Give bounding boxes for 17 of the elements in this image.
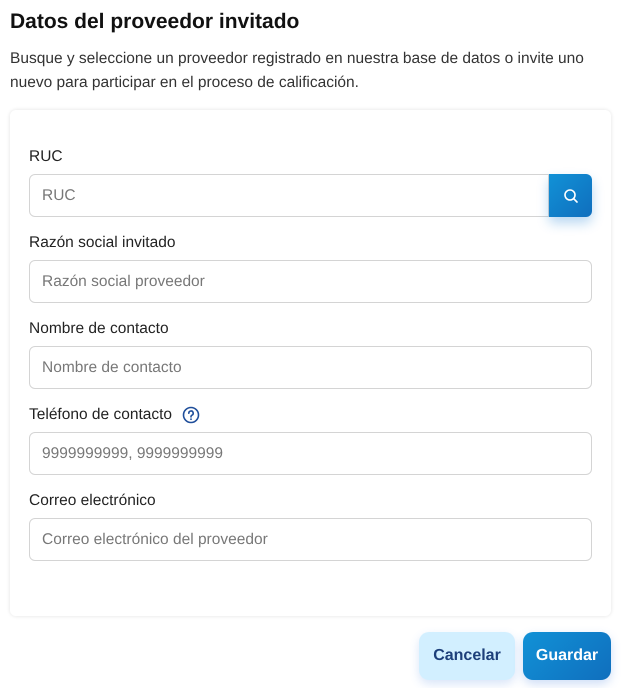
input-field[interactable]: Razón social proveedor xyxy=(29,260,592,303)
input-field[interactable]: Nombre de contacto xyxy=(29,346,592,389)
input-field[interactable]: Correo electrónico del proveedor xyxy=(29,518,592,561)
search-icon xyxy=(562,188,578,204)
field-label: Nombre de contacto xyxy=(29,319,169,339)
help-icon[interactable] xyxy=(182,406,200,424)
field-label: RUC xyxy=(29,147,63,167)
search-button[interactable] xyxy=(549,174,592,217)
field-label: Razón social invitado xyxy=(29,233,176,253)
input-field[interactable]: RUC xyxy=(29,174,549,217)
cancel-button[interactable]: Cancelar xyxy=(419,632,515,680)
input-field[interactable]: 9999999999, 9999999999 xyxy=(29,432,592,475)
page-title: Datos del proveedor invitado xyxy=(10,9,300,35)
save-button[interactable]: Guardar xyxy=(523,632,611,680)
field-label: Teléfono de contacto xyxy=(29,405,172,425)
description-text: Busque y seleccione un proveedor registrado en nuestra base de datos o invite uno nuevo para participar en el proceso de calificación. xyxy=(10,49,585,93)
field-label: Correo electrónico xyxy=(29,491,156,511)
